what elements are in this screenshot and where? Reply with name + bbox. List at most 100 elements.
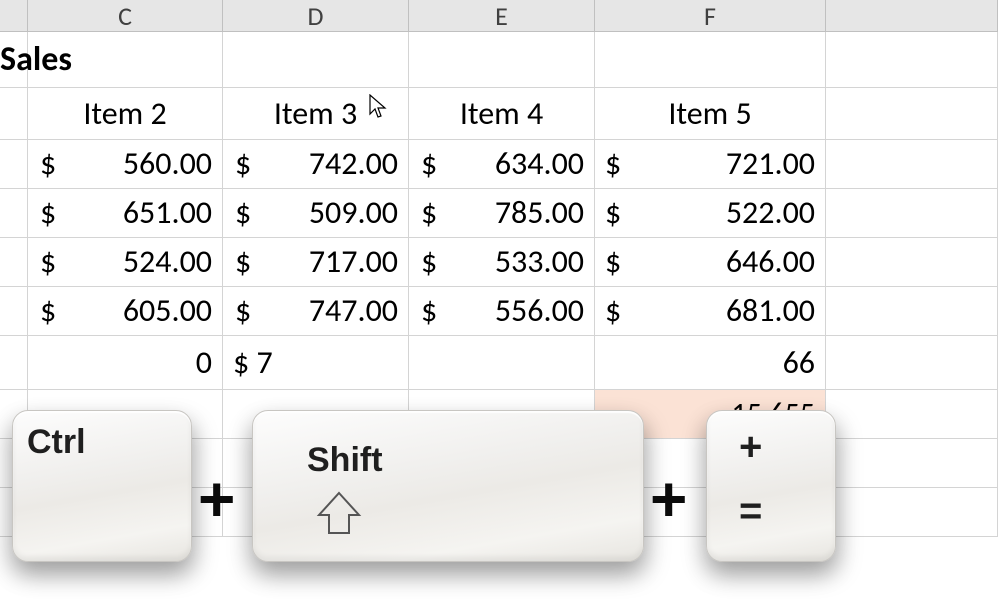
cell-e4[interactable]: $556.00 <box>409 287 595 336</box>
cell-value: 721.00 <box>726 148 815 180</box>
empty-cell[interactable] <box>409 439 595 488</box>
cell-d-title[interactable] <box>223 32 409 88</box>
empty-cell[interactable] <box>409 488 595 537</box>
dollar-sign: $ <box>419 148 437 180</box>
cell-d4[interactable]: $747.00 <box>223 287 409 336</box>
dollar-sign: $ <box>38 197 56 229</box>
header-row: Item 2 Item 3 Item 4 Item 5 <box>0 88 998 140</box>
cell-d2[interactable]: $509.00 <box>223 189 409 238</box>
empty-row <box>0 488 998 537</box>
cell-value: 681.00 <box>726 295 815 327</box>
cell-c1[interactable]: $560.00 <box>28 140 223 189</box>
cell-f1[interactable]: $721.00 <box>595 140 826 189</box>
cell-b-hdr[interactable] <box>0 88 28 140</box>
cell-value: 556.00 <box>495 295 584 327</box>
total-value-fragment: 15,655 <box>731 399 815 429</box>
dollar-sign: $ <box>38 148 56 180</box>
dollar-sign: $ <box>419 197 437 229</box>
dollar-sign: $ <box>605 295 621 327</box>
total-row: 15,655 <box>0 390 998 439</box>
column-header-D[interactable]: D <box>223 0 409 32</box>
dollar-sign: $ <box>605 246 621 278</box>
data-row-1: $560.00 $742.00 $634.00 $721.00 <box>0 140 998 189</box>
cell-b-total[interactable] <box>0 390 28 439</box>
cell-d5[interactable]: $ 7 <box>223 336 409 390</box>
cell-f4[interactable]: $681.00 <box>595 287 826 336</box>
column-header-blank[interactable] <box>0 0 28 32</box>
cell-c-total[interactable] <box>28 390 223 439</box>
cell-f-title[interactable] <box>595 32 826 88</box>
dollar-sign: $ <box>605 148 621 180</box>
cell-c4[interactable]: $605.00 <box>28 287 223 336</box>
cell-b2[interactable] <box>0 189 28 238</box>
cell-value: 646.00 <box>726 246 815 278</box>
cell-value-fragment: $ 7 <box>233 347 273 379</box>
cell-value-fragment: 66 <box>783 347 815 379</box>
empty-cell[interactable] <box>28 488 223 537</box>
empty-cell[interactable] <box>0 439 28 488</box>
hdr-item4[interactable]: Item 4 <box>409 88 595 140</box>
empty-cell[interactable] <box>595 439 826 488</box>
cell-e-total[interactable] <box>409 390 595 439</box>
cell-c3[interactable]: $524.00 <box>28 238 223 287</box>
dollar-sign: $ <box>233 246 251 278</box>
cell-d1[interactable]: $742.00 <box>223 140 409 189</box>
cell-b4[interactable] <box>0 287 28 336</box>
column-header-G[interactable] <box>826 0 998 32</box>
cell-f-total[interactable]: 15,655 <box>595 390 826 439</box>
title-row: Sales <box>0 32 998 88</box>
cell-b5[interactable] <box>0 336 28 390</box>
cell-g3[interactable] <box>826 238 998 287</box>
cell-g-hdr[interactable] <box>826 88 998 140</box>
empty-cell[interactable] <box>28 439 223 488</box>
cell-e5[interactable] <box>409 336 595 390</box>
cell-g4[interactable] <box>826 287 998 336</box>
column-header-F[interactable]: F <box>595 0 826 32</box>
empty-cell[interactable] <box>223 488 409 537</box>
hdr-item3[interactable]: Item 3 <box>223 88 409 140</box>
cell-e3[interactable]: $533.00 <box>409 238 595 287</box>
spreadsheet-grid[interactable]: C D E F Sales Item 2 Item 3 Item 4 Item … <box>0 0 998 616</box>
cell-f3[interactable]: $646.00 <box>595 238 826 287</box>
dollar-sign: $ <box>38 295 56 327</box>
cell-b3[interactable] <box>0 238 28 287</box>
cell-value: 747.00 <box>309 295 398 327</box>
cell-b1[interactable] <box>0 140 28 189</box>
empty-row <box>0 439 998 488</box>
column-header-row: C D E F <box>0 0 998 32</box>
cell-value: 785.00 <box>495 197 584 229</box>
cell-value: 524.00 <box>123 246 212 278</box>
cell-c2[interactable]: $651.00 <box>28 189 223 238</box>
data-row-2: $651.00 $509.00 $785.00 $522.00 <box>0 189 998 238</box>
cell-f2[interactable]: $522.00 <box>595 189 826 238</box>
empty-cell[interactable] <box>0 488 28 537</box>
cell-value: 717.00 <box>309 246 398 278</box>
cell-value: 651.00 <box>123 197 212 229</box>
empty-cell[interactable] <box>826 439 998 488</box>
hdr-item2[interactable]: Item 2 <box>28 88 223 140</box>
cell-e1[interactable]: $634.00 <box>409 140 595 189</box>
data-row-4: $605.00 $747.00 $556.00 $681.00 <box>0 287 998 336</box>
cell-g5[interactable] <box>826 336 998 390</box>
cell-g-title[interactable] <box>826 32 998 88</box>
title-cell[interactable]: Sales <box>0 32 223 88</box>
cell-value: 509.00 <box>309 197 398 229</box>
cell-g-total[interactable] <box>826 390 998 439</box>
cell-e2[interactable]: $785.00 <box>409 189 595 238</box>
cell-value: 560.00 <box>123 148 212 180</box>
hdr-item5[interactable]: Item 5 <box>595 88 826 140</box>
empty-cell[interactable] <box>595 488 826 537</box>
cell-g2[interactable] <box>826 189 998 238</box>
empty-cell[interactable] <box>223 439 409 488</box>
cell-d3[interactable]: $717.00 <box>223 238 409 287</box>
cell-f5[interactable]: 66 <box>595 336 826 390</box>
cell-c5[interactable]: 0 <box>28 336 223 390</box>
cell-value: 742.00 <box>309 148 398 180</box>
dollar-sign: $ <box>38 246 56 278</box>
cell-g1[interactable] <box>826 140 998 189</box>
column-header-C[interactable]: C <box>28 0 223 32</box>
cell-d-total[interactable] <box>223 390 409 439</box>
empty-cell[interactable] <box>826 488 998 537</box>
column-header-E[interactable]: E <box>409 0 595 32</box>
cell-e-title[interactable] <box>409 32 595 88</box>
